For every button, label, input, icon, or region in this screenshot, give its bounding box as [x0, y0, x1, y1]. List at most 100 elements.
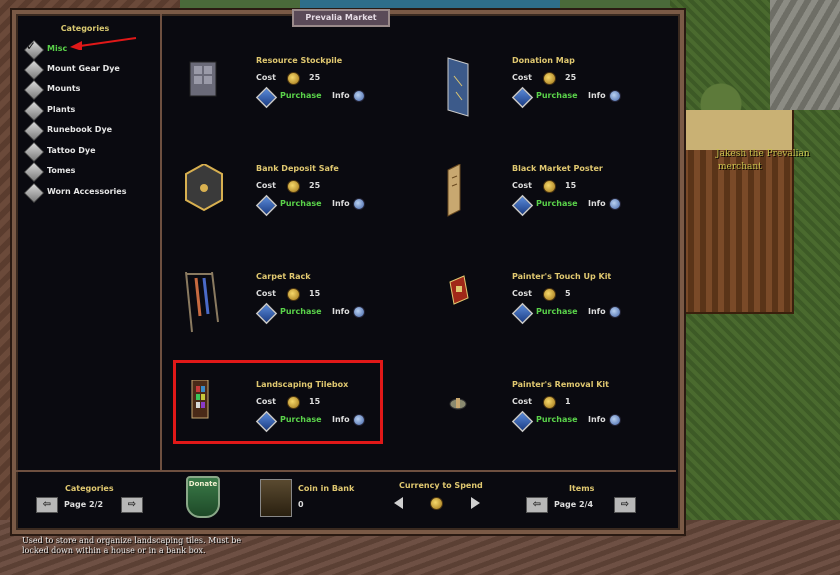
item-black-market-poster: Black Market Poster Cost 15 Purchase Inf… — [428, 164, 658, 244]
safe-icon — [185, 164, 223, 212]
merchant-name-line2: merchant — [718, 162, 762, 172]
cost-label: Cost — [512, 181, 532, 190]
category-item-worn-accessories[interactable]: Worn Accessories — [23, 182, 164, 204]
category-label: Worn Accessories — [47, 187, 127, 196]
item-name: Donation Map — [512, 56, 575, 65]
item-painters-touch-up-kit: Painter's Touch Up Kit Cost 5 Purchase I… — [428, 272, 658, 352]
coin-icon — [287, 72, 300, 85]
categories-prev-button[interactable]: ⇦ — [36, 497, 58, 513]
item-name: Painter's Touch Up Kit — [512, 272, 612, 281]
coin-in-bank-label: Coin in Bank — [298, 484, 355, 493]
category-item-plants[interactable]: Plants — [23, 100, 164, 122]
purchase-label[interactable]: Purchase — [536, 91, 578, 100]
info-label[interactable]: Info — [332, 91, 350, 100]
item-name: Black Market Poster — [512, 164, 603, 173]
categories-page: Page 2/2 — [64, 500, 104, 509]
coin-icon — [543, 396, 556, 409]
annotation-arrow-icon — [70, 37, 137, 50]
donate-button[interactable]: Donate — [186, 476, 220, 518]
item-bank-deposit-safe: Bank Deposit Safe Cost 25 Purchase Info — [172, 164, 402, 244]
item-painters-removal-kit: Painter's Removal Kit Cost 1 Purchase In… — [428, 380, 658, 460]
purchase-label[interactable]: Purchase — [280, 307, 322, 316]
arrow-left-icon: ⇦ — [532, 499, 542, 510]
currency-coin-icon — [430, 497, 443, 510]
map-icon — [447, 57, 469, 117]
info-icon[interactable] — [353, 90, 365, 102]
category-radio[interactable] — [23, 141, 45, 163]
category-item-tattoo-dye[interactable]: Tattoo Dye — [23, 141, 164, 163]
category-label: Misc — [47, 44, 68, 53]
item-name: Carpet Rack — [256, 272, 311, 281]
background-stone-wall — [770, 0, 840, 110]
checkmark-icon: ✓ — [26, 39, 37, 53]
footer-items-label: Items — [569, 484, 595, 493]
category-radio[interactable] — [23, 182, 45, 204]
purchase-button[interactable] — [511, 86, 534, 109]
info-icon[interactable] — [609, 306, 621, 318]
arrow-left-icon: ⇦ — [42, 499, 52, 510]
coin-icon — [543, 180, 556, 193]
purchase-label[interactable]: Purchase — [280, 199, 322, 208]
poster-icon — [447, 164, 461, 217]
coin-icon — [287, 288, 300, 301]
cost-label: Cost — [512, 289, 532, 298]
info-icon[interactable] — [353, 306, 365, 318]
info-label[interactable]: Info — [332, 307, 350, 316]
purchase-label[interactable]: Purchase — [536, 415, 578, 424]
info-label[interactable]: Info — [588, 307, 606, 316]
purchase-label[interactable]: Purchase — [280, 91, 322, 100]
item-donation-map: Donation Map Cost 25 Purchase Info — [428, 56, 658, 136]
category-item-mount-gear-dye[interactable]: Mount Gear Dye — [23, 59, 164, 81]
categories-next-button[interactable]: ⇨ — [121, 497, 143, 513]
info-icon[interactable] — [609, 414, 621, 426]
purchase-label[interactable]: Purchase — [536, 307, 578, 316]
item-cost: 1 — [565, 397, 571, 406]
category-radio[interactable] — [23, 120, 45, 142]
currency-prev-icon[interactable] — [394, 497, 403, 509]
purchase-button[interactable] — [255, 194, 278, 217]
merchant-name[interactable]: Jakesh the Prevalian merchant — [716, 148, 810, 174]
merchant-name-line1: Jakesh the Prevalian — [716, 149, 810, 159]
info-label[interactable]: Info — [588, 199, 606, 208]
category-radio[interactable] — [23, 59, 45, 81]
category-radio[interactable] — [23, 79, 45, 101]
category-label: Mount Gear Dye — [47, 64, 120, 73]
category-label: Runebook Dye — [47, 125, 113, 134]
bank-chest-icon — [260, 479, 292, 517]
category-item-runebook-dye[interactable]: Runebook Dye — [23, 120, 164, 142]
item-name: Painter's Removal Kit — [512, 380, 609, 389]
purchase-label[interactable]: Purchase — [536, 199, 578, 208]
items-prev-button[interactable]: ⇦ — [526, 497, 548, 513]
item-carpet-rack: Carpet Rack Cost 15 Purchase Info — [172, 272, 402, 352]
info-icon[interactable] — [353, 198, 365, 210]
currency-to-spend-label: Currency to Spend — [399, 481, 483, 490]
info-label[interactable]: Info — [588, 415, 606, 424]
currency-next-icon[interactable] — [471, 497, 480, 509]
category-radio[interactable] — [23, 100, 45, 122]
donate-label: Donate — [188, 480, 218, 488]
purchase-button[interactable] — [255, 302, 278, 325]
item-cost: 25 — [565, 73, 577, 82]
item-name: Bank Deposit Safe — [256, 164, 339, 173]
item-cost: 15 — [565, 181, 577, 190]
category-item-tomes[interactable]: Tomes — [23, 161, 164, 183]
coin-icon — [543, 288, 556, 301]
item-name: Resource Stockpile — [256, 56, 343, 65]
category-item-mounts[interactable]: Mounts — [23, 79, 164, 101]
purchase-button[interactable] — [511, 302, 534, 325]
info-label[interactable]: Info — [588, 91, 606, 100]
info-icon[interactable] — [609, 90, 621, 102]
coin-in-bank-value: 0 — [298, 500, 304, 509]
info-label[interactable]: Info — [332, 199, 350, 208]
stockpile-icon — [189, 61, 217, 97]
window-title: Prevalia Market — [292, 9, 390, 27]
coin-icon — [543, 72, 556, 85]
cost-label: Cost — [512, 73, 532, 82]
purchase-button[interactable] — [511, 194, 534, 217]
info-icon[interactable] — [609, 198, 621, 210]
purchase-button[interactable] — [511, 410, 534, 433]
carpet-rack-icon — [185, 272, 219, 333]
category-radio[interactable] — [23, 161, 45, 183]
items-next-button[interactable]: ⇨ — [614, 497, 636, 513]
purchase-button[interactable] — [255, 86, 278, 109]
